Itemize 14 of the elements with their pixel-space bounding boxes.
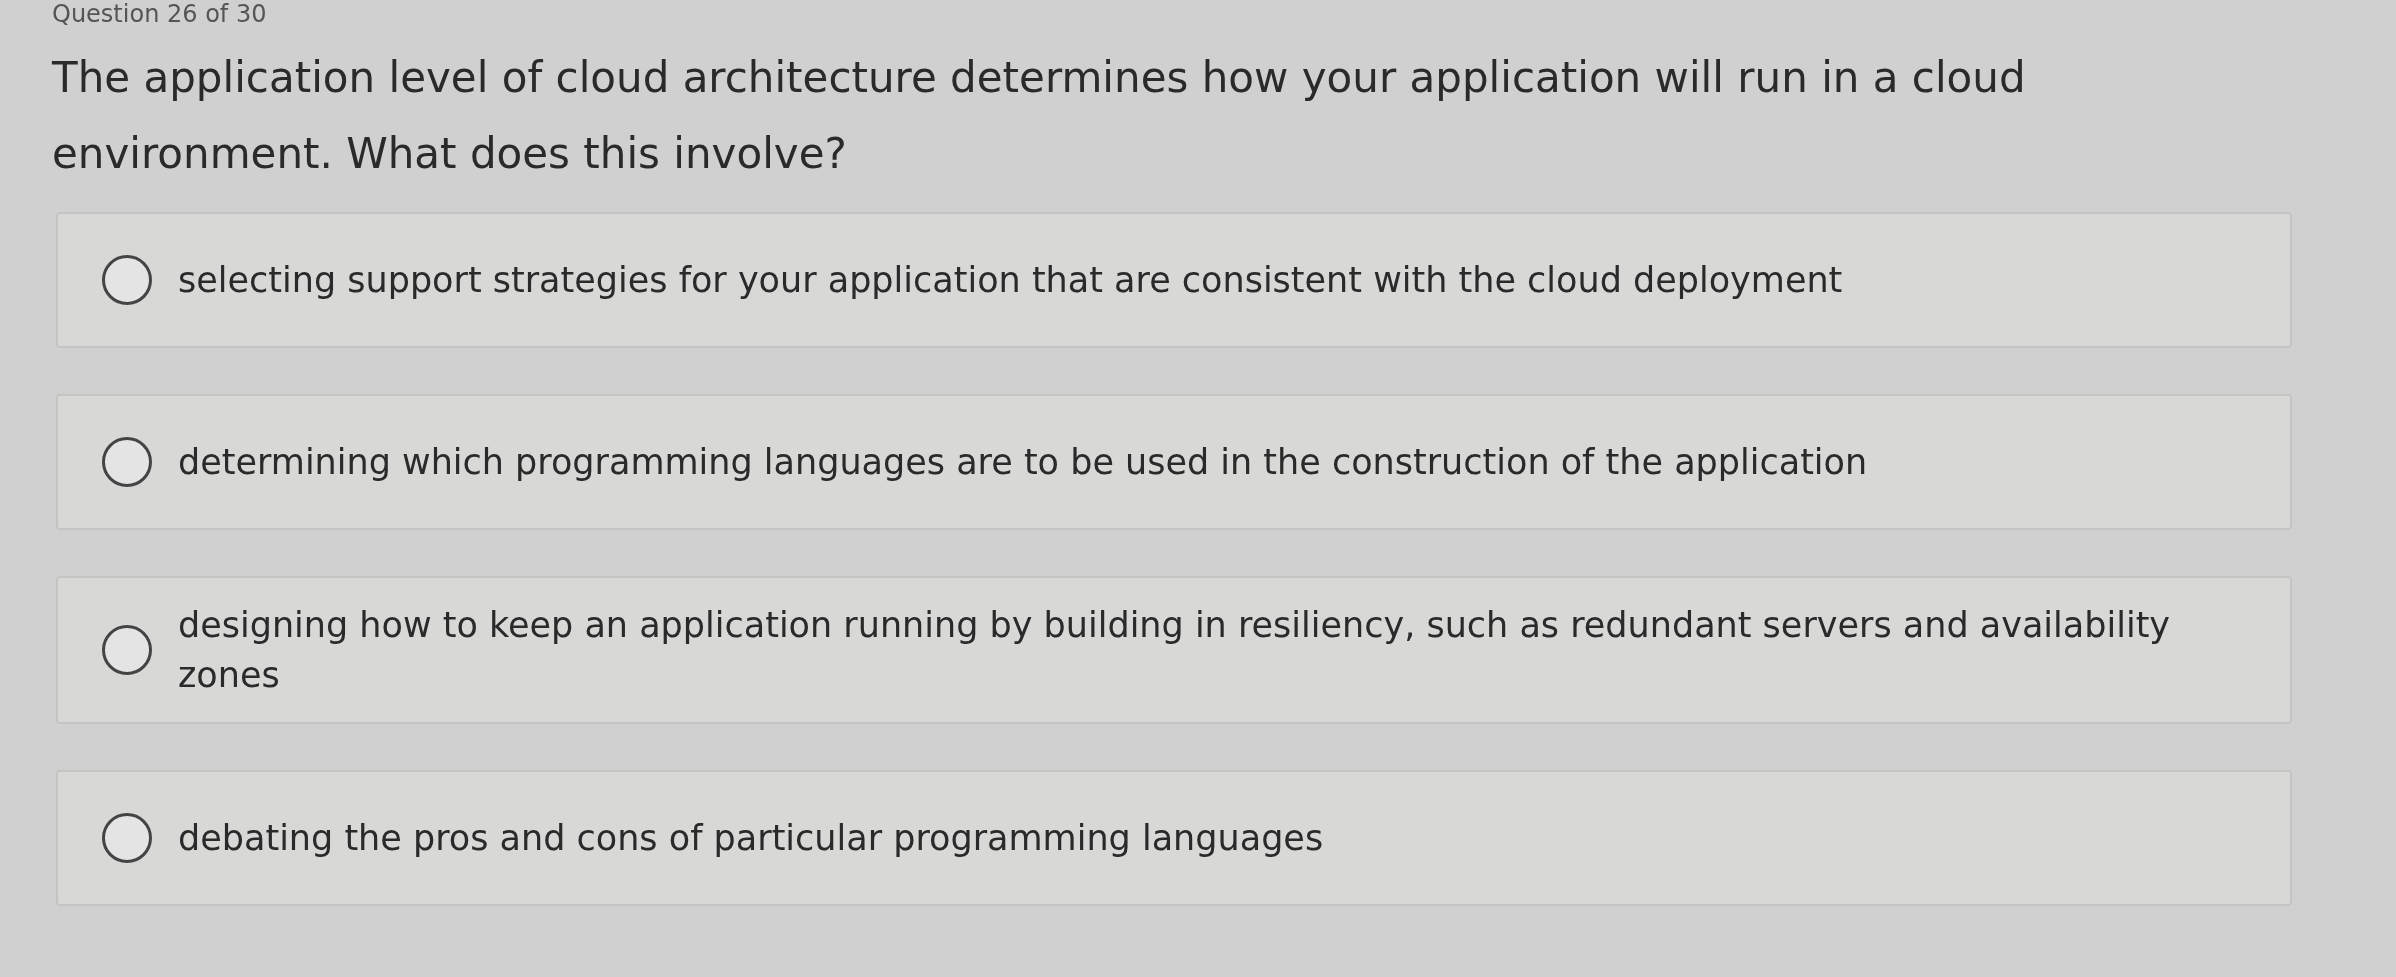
question-counter: Question 26 of 30 (52, 0, 268, 26)
radio-button[interactable] (102, 813, 152, 863)
option-label: designing how to keep an application running by building in resiliency, such as redundant servers and availability zones (178, 604, 2172, 697)
answer-option[interactable]: determining which programming languages are to be used in the construction of the application (56, 394, 2292, 530)
answer-option[interactable]: selecting support strategies for your application that are consistent with the cloud deployment (56, 212, 2292, 348)
question-text: The application level of cloud architecture determines how your application will run in a cloud environment. What does this involve? (52, 52, 2027, 180)
radio-button[interactable] (102, 625, 152, 675)
answer-option[interactable]: debating the pros and cons of particular programming languages (56, 770, 2292, 906)
option-label: debating the pros and cons of particular programming languages (178, 817, 1324, 860)
option-label: determining which programming languages are to be used in the construction of the application (178, 441, 1868, 484)
option-label: selecting support strategies for your application that are consistent with the cloud deployment (178, 259, 1843, 302)
answer-option[interactable]: designing how to keep an application running by building in resiliency, such as redundant servers and availability zones (56, 576, 2292, 724)
radio-button[interactable] (102, 437, 152, 487)
radio-button[interactable] (102, 255, 152, 305)
